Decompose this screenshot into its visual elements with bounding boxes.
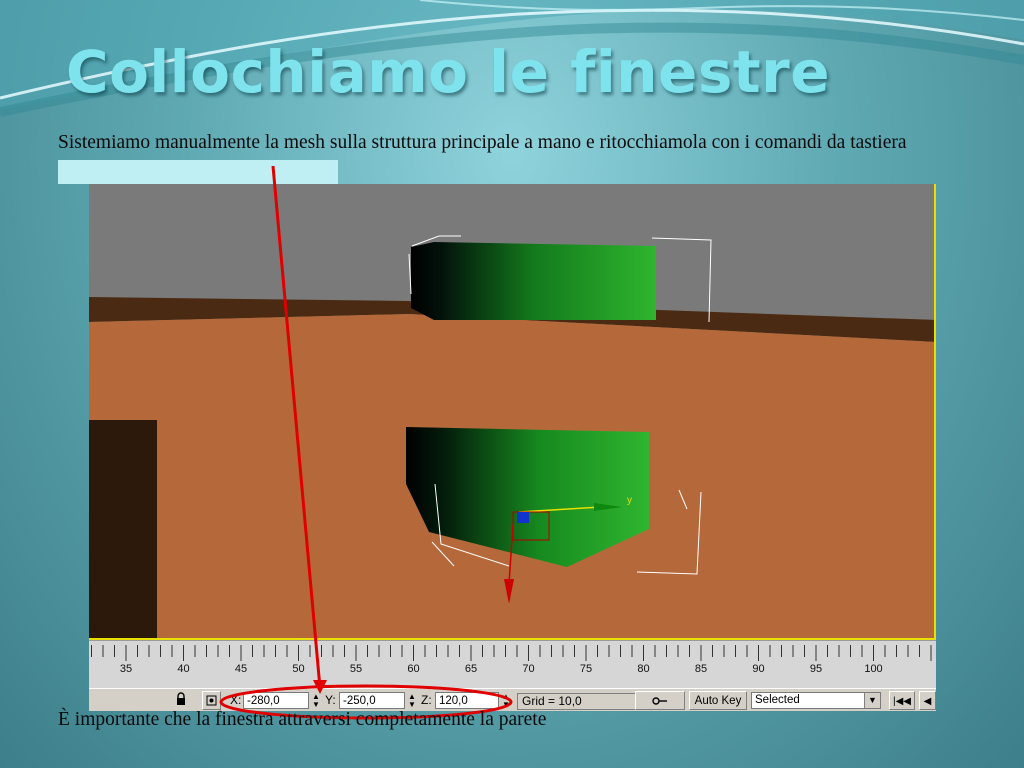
x-coord-spinner[interactable]: ▲ ▼ <box>311 693 321 709</box>
x-coord-field[interactable]: -280,0 <box>243 692 309 709</box>
z-coord-spinner[interactable]: ▲ ▼ <box>501 693 511 709</box>
y-coord-field[interactable]: -250,0 <box>339 692 405 709</box>
ruler-tick-label: 70 <box>522 663 535 675</box>
ruler-tick-label: 85 <box>694 663 708 675</box>
chevron-down-icon[interactable]: ▼ <box>864 693 880 708</box>
ruler-tick-label: 60 <box>407 663 420 675</box>
ruler-tick-label: 50 <box>292 663 305 675</box>
ruler-tick-label: 90 <box>752 663 765 675</box>
grid-size-readout: Grid = 10,0 <box>517 693 637 710</box>
ruler-tick-label: 80 <box>637 663 650 675</box>
key-filter-value: Selected <box>755 694 800 706</box>
auto-key-button[interactable]: Auto Key <box>689 691 747 710</box>
perspective-viewport[interactable]: y <box>89 184 936 640</box>
max-screenshot: y 35 40 45 50 55 60 65 70 75 80 85 90 95 100 X: -280,… <box>89 184 936 711</box>
ruler-tick-label: 45 <box>234 663 248 675</box>
slide-title: Collochiamo le finestre <box>66 38 831 106</box>
timeline-ruler[interactable]: 35 40 45 50 55 60 65 70 75 80 85 90 95 100 <box>89 640 936 689</box>
go-to-start-icon[interactable]: |◀◀ <box>889 691 915 710</box>
ruler-tick-label: 40 <box>177 663 190 675</box>
window-mesh-upper <box>411 242 656 320</box>
intro-highlight <box>58 160 338 184</box>
door-opening <box>89 420 157 638</box>
slide-caption: È importante che la finestra attraversi … <box>58 709 547 730</box>
x-coord-label: X: <box>230 693 242 707</box>
ruler-tick-label: 55 <box>349 663 363 675</box>
lock-icon[interactable] <box>175 692 187 709</box>
ruler-tick-label: 65 <box>464 663 478 675</box>
key-filter-select[interactable]: Selected ▼ <box>751 692 881 709</box>
y-coord-spinner[interactable]: ▲ ▼ <box>407 693 417 709</box>
z-coord-field[interactable]: 120,0 <box>435 692 499 709</box>
z-coord-label: Z: <box>421 693 432 707</box>
ruler-tick-label: 75 <box>579 663 593 675</box>
gizmo-axis-y-label: y <box>627 495 632 506</box>
key-icon[interactable] <box>635 691 685 710</box>
ruler-tick-label: 100 <box>864 663 883 675</box>
y-coord-label: Y: <box>325 693 336 707</box>
transform-mode-icon[interactable] <box>202 691 221 710</box>
previous-frame-icon[interactable]: ◀ <box>919 691 936 710</box>
intro-text: Sistemiamo manualmente la mesh sulla str… <box>58 132 907 153</box>
ruler-tick-label: 95 <box>809 663 823 675</box>
status-bar: X: -280,0 ▲ ▼ Y: -250,0 ▲ ▼ Z: 120,0 ▲ ▼ Gr… <box>89 688 936 711</box>
ruler-tick-label: 35 <box>119 663 133 675</box>
